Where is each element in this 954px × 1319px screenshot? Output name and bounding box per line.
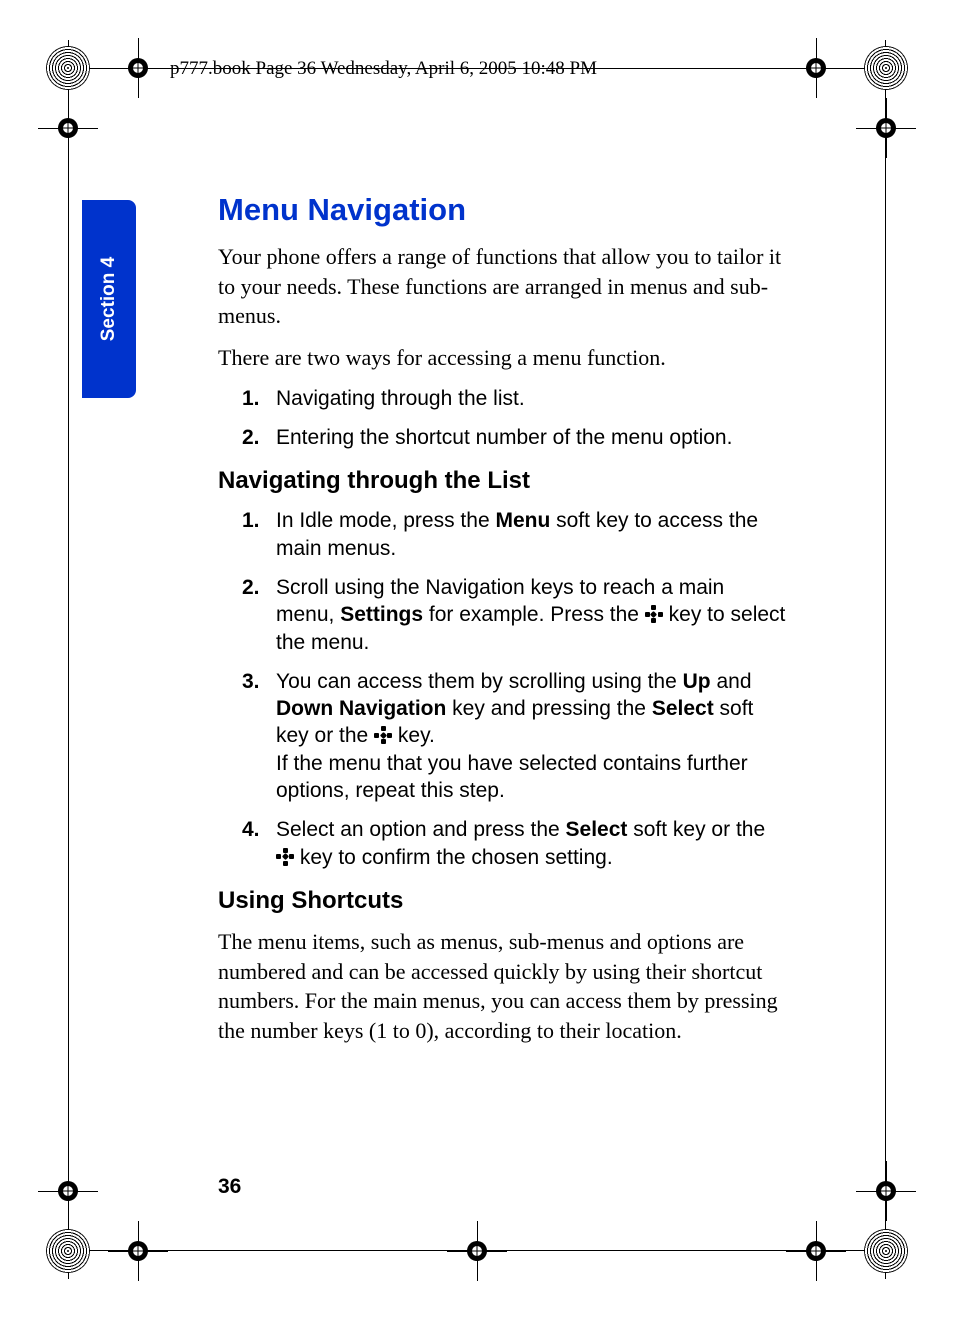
list-item: 3. You can access them by scrolling usin…: [276, 668, 788, 804]
ok-key-icon: [276, 848, 294, 866]
list-text: Select an option and press the Select so…: [276, 818, 765, 868]
ok-key-icon: [374, 726, 392, 744]
subheading-shortcuts: Using Shortcuts: [218, 887, 788, 915]
list-item: 4. Select an option and press the Select…: [276, 816, 788, 871]
registration-circle-icon: [864, 1229, 908, 1273]
registration-mark-icon: [868, 110, 904, 146]
list-number: 3.: [242, 668, 260, 695]
list-item: 1. Navigating through the list.: [276, 385, 788, 412]
list-text: You can access them by scrolling using t…: [276, 670, 753, 802]
crop-line-right: [885, 40, 886, 1279]
registration-mark-icon: [120, 1233, 156, 1269]
list-text: Entering the shortcut number of the menu…: [276, 426, 732, 449]
list-text: Navigating through the list.: [276, 387, 525, 410]
list-number: 4.: [242, 816, 260, 843]
shortcuts-paragraph: The menu items, such as menus, sub-menus…: [218, 927, 788, 1046]
page-content: Menu Navigation Your phone offers a rang…: [218, 192, 788, 1058]
crop-line-left: [68, 40, 69, 1279]
registration-mark-icon: [459, 1233, 495, 1269]
intro-paragraph-2: There are two ways for accessing a menu …: [218, 343, 788, 373]
registration-mark-icon: [120, 50, 156, 86]
registration-mark-icon: [798, 50, 834, 86]
registration-mark-icon: [868, 1173, 904, 1209]
list-text: In Idle mode, press the Menu soft key to…: [276, 509, 758, 559]
list-number: 2.: [242, 574, 260, 601]
registration-mark-icon: [798, 1233, 834, 1269]
access-methods-list: 1. Navigating through the list. 2. Enter…: [218, 385, 788, 452]
registration-mark-icon: [50, 110, 86, 146]
section-tab-label: Section 4: [98, 257, 120, 341]
section-tab: Section 4: [82, 200, 136, 398]
list-number: 2.: [242, 424, 260, 451]
registration-circle-icon: [46, 46, 90, 90]
ok-key-icon: [645, 605, 663, 623]
page-number: 36: [218, 1175, 241, 1199]
navigating-steps-list: 1. In Idle mode, press the Menu soft key…: [218, 507, 788, 871]
registration-mark-icon: [50, 1173, 86, 1209]
page-title: Menu Navigation: [218, 192, 788, 228]
list-item: 2. Scroll using the Navigation keys to r…: [276, 574, 788, 656]
subheading-navigating: Navigating through the List: [218, 467, 788, 495]
registration-circle-icon: [46, 1229, 90, 1273]
list-item: 1. In Idle mode, press the Menu soft key…: [276, 507, 788, 562]
list-text: Scroll using the Navigation keys to reac…: [276, 576, 785, 654]
running-header: p777.book Page 36 Wednesday, April 6, 20…: [170, 58, 597, 80]
registration-circle-icon: [864, 46, 908, 90]
list-number: 1.: [242, 507, 260, 534]
intro-paragraph-1: Your phone offers a range of functions t…: [218, 242, 788, 331]
list-item: 2. Entering the shortcut number of the m…: [276, 424, 788, 451]
list-number: 1.: [242, 385, 260, 412]
